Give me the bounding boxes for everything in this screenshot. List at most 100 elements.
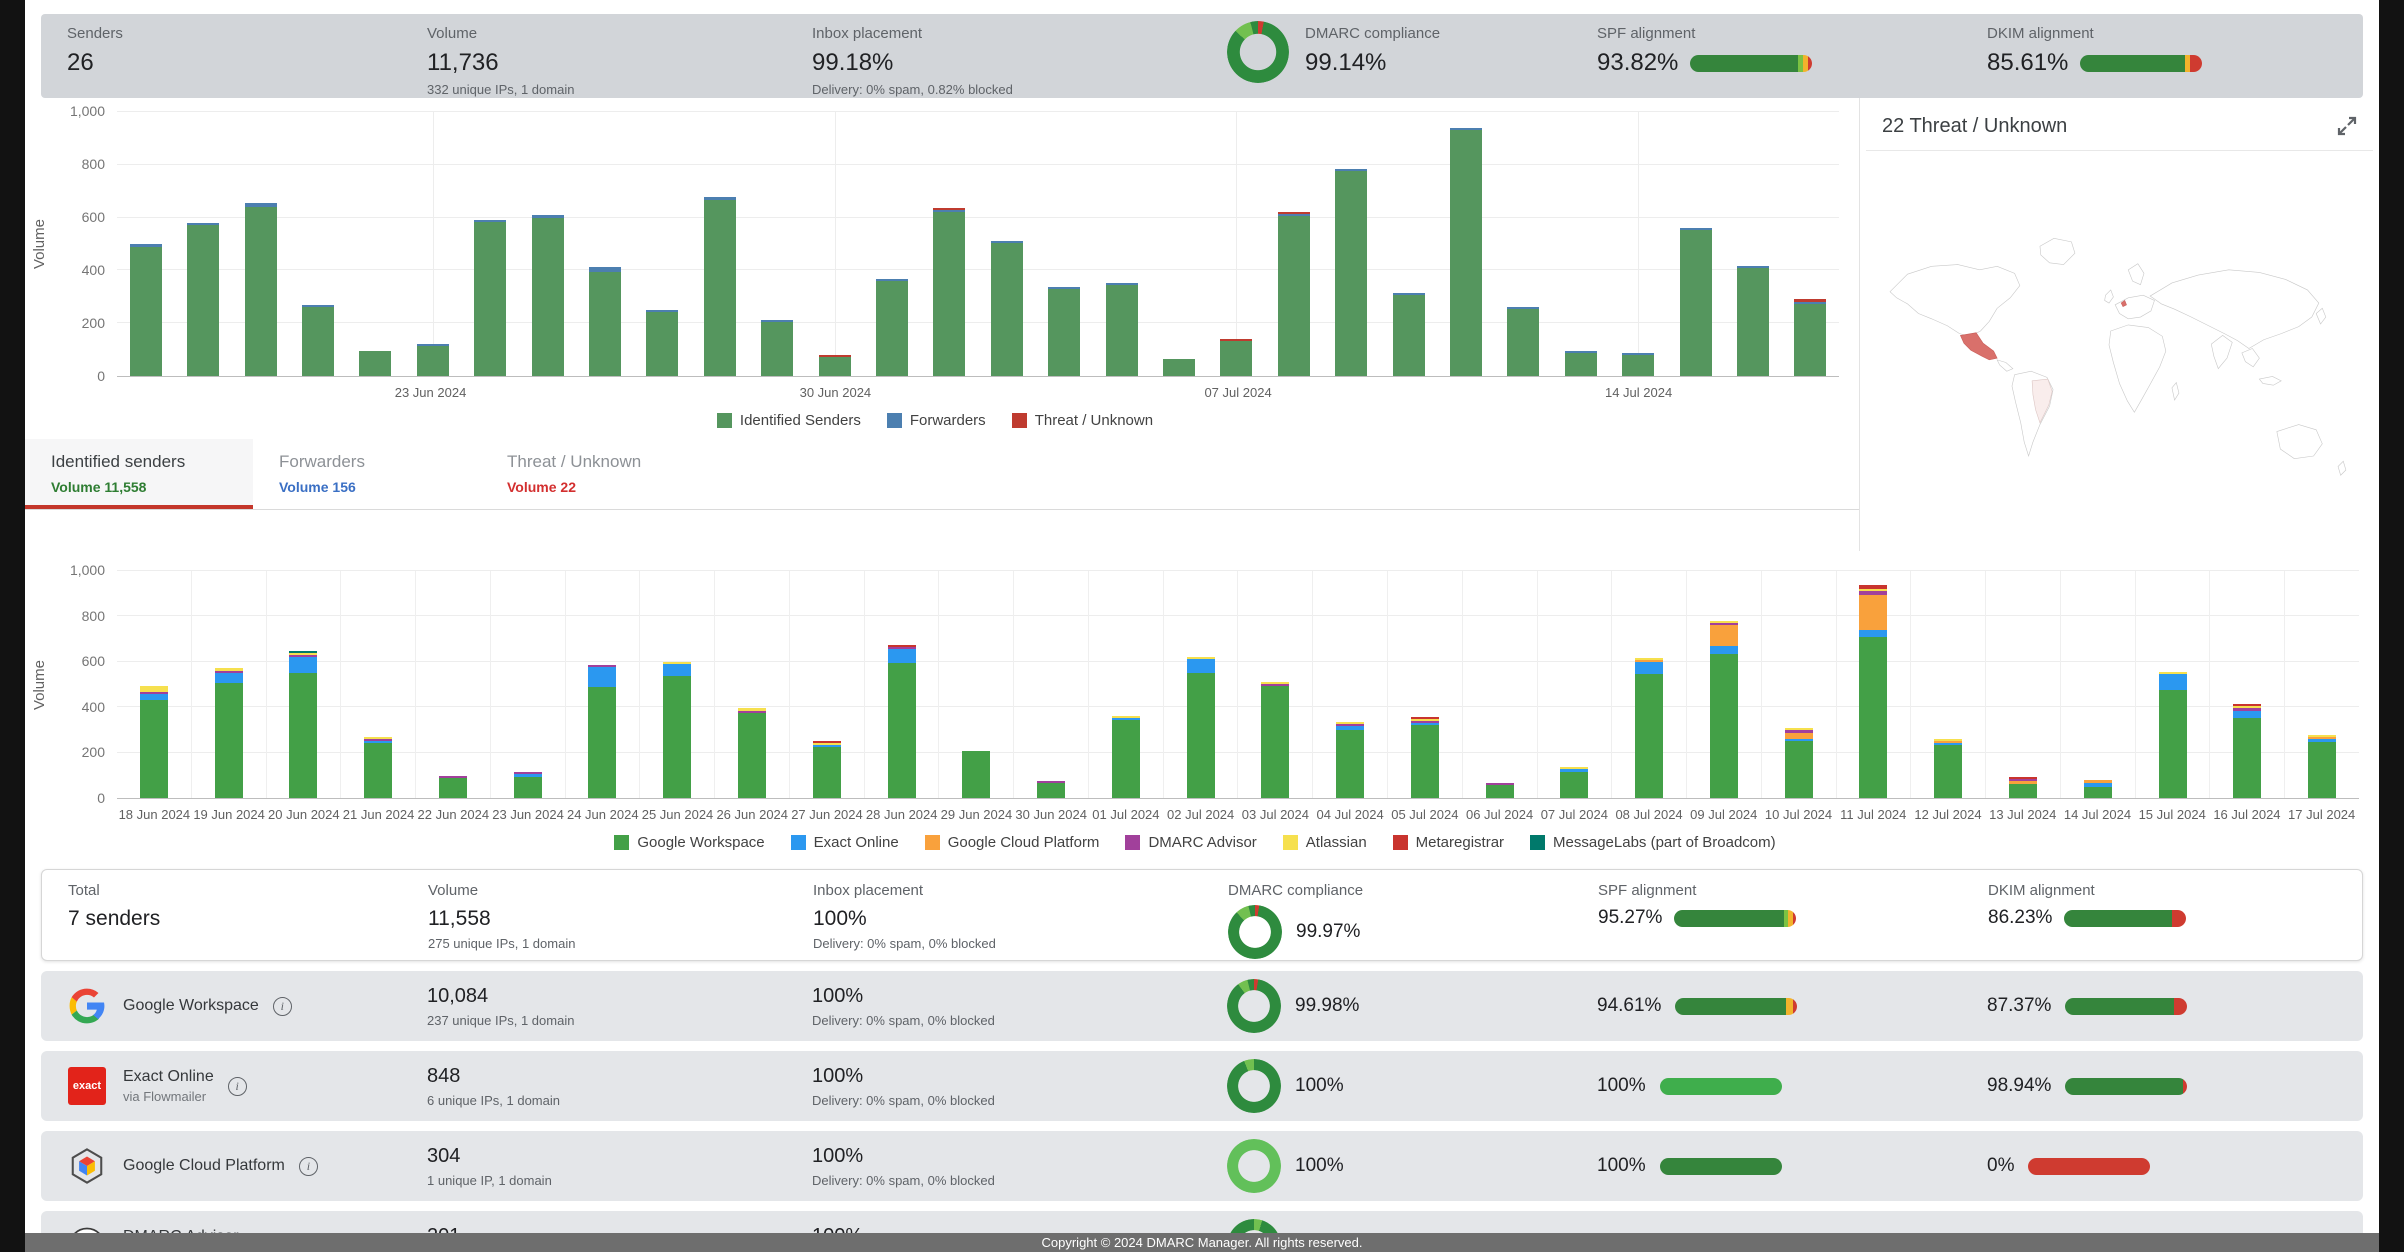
bar-column	[1208, 112, 1265, 376]
bar-25-jun-2024[interactable]	[532, 215, 564, 376]
bar-column	[1036, 112, 1093, 376]
info-icon[interactable]: i	[228, 1077, 247, 1096]
bar-24-jun-2024[interactable]	[474, 220, 506, 376]
threat-map-panel: 22 Threat / Unknown	[1859, 98, 2379, 551]
bar-segment	[302, 307, 334, 376]
legend-item-messagelabs-part-of-broadcom-[interactable]: MessageLabs (part of Broadcom)	[1530, 834, 1776, 851]
bar-14-jul-2024[interactable]	[2084, 780, 2112, 798]
bar-07-jul-2024[interactable]	[1220, 339, 1252, 376]
bar-13-jul-2024[interactable]	[1565, 351, 1597, 376]
bar-28-jun-2024[interactable]	[888, 645, 916, 798]
bar-05-jul-2024[interactable]	[1411, 717, 1439, 798]
bar-11-jul-2024[interactable]	[1450, 128, 1482, 376]
tab-identified-senders[interactable]: Identified sendersVolume 11,558	[25, 439, 253, 509]
dkim-cell: 0%	[1987, 1155, 2363, 1177]
sender-row[interactable]: Google Workspacei10,084237 unique IPs, 1…	[41, 971, 2363, 1041]
bar-segment	[1261, 686, 1289, 798]
bar-29-jun-2024[interactable]	[761, 320, 793, 376]
bar-02-jul-2024[interactable]	[1187, 657, 1215, 798]
sender-row[interactable]: Google Cloud Platformi3041 unique IP, 1 …	[41, 1131, 2363, 1201]
bar-18-jun-2024[interactable]	[140, 686, 168, 798]
legend-item-threat-unknown[interactable]: Threat / Unknown	[1012, 412, 1153, 429]
bar-26-jun-2024[interactable]	[738, 708, 766, 798]
info-icon[interactable]: i	[273, 997, 292, 1016]
bar-06-jul-2024[interactable]	[1163, 359, 1195, 376]
bar-20-jun-2024[interactable]	[289, 651, 317, 798]
bar-29-jun-2024[interactable]	[962, 751, 990, 798]
bar-23-jun-2024[interactable]	[514, 772, 542, 798]
bar-08-jul-2024[interactable]	[1278, 212, 1310, 376]
world-map[interactable]	[1866, 151, 2373, 551]
bar-03-jul-2024[interactable]	[991, 241, 1023, 376]
bar-04-jul-2024[interactable]	[1048, 287, 1080, 376]
bar-08-jul-2024[interactable]	[1635, 658, 1663, 798]
legend-item-google-cloud-platform[interactable]: Google Cloud Platform	[925, 834, 1100, 851]
tab-forwarders[interactable]: ForwardersVolume 156	[253, 439, 481, 509]
bar-11-jul-2024[interactable]	[1859, 585, 1887, 798]
bar-13-jul-2024[interactable]	[2009, 777, 2037, 798]
bar-22-jun-2024[interactable]	[439, 776, 467, 798]
bar-07-jul-2024[interactable]	[1560, 767, 1588, 798]
bar-04-jul-2024[interactable]	[1336, 722, 1364, 798]
x-axis-label: 03 Jul 2024	[1238, 807, 1313, 822]
bar-17-jul-2024[interactable]	[2308, 735, 2336, 798]
bar-25-jun-2024[interactable]	[663, 662, 691, 798]
bar-12-jul-2024[interactable]	[1934, 739, 1962, 798]
stat-volume-value: 11,736	[427, 49, 812, 77]
legend-item-exact-online[interactable]: Exact Online	[791, 834, 899, 851]
bar-24-jun-2024[interactable]	[588, 665, 616, 798]
bar-02-jul-2024[interactable]	[933, 208, 965, 376]
bar-12-jul-2024[interactable]	[1507, 307, 1539, 376]
expand-icon[interactable]	[2335, 114, 2359, 138]
bar-23-jun-2024[interactable]	[417, 344, 449, 376]
x-axis-label: 19 Jun 2024	[192, 807, 267, 822]
bar-09-jul-2024[interactable]	[1710, 621, 1738, 798]
x-axis-label	[1272, 385, 1328, 400]
bar-01-jul-2024[interactable]	[876, 279, 908, 376]
bar-30-jun-2024[interactable]	[1037, 781, 1065, 798]
legend-item-google-workspace[interactable]: Google Workspace	[614, 834, 764, 851]
bar-27-jun-2024[interactable]	[813, 741, 841, 798]
bar-segment	[2084, 787, 2112, 798]
dmarc-cell: 100%	[1227, 1139, 1597, 1193]
bar-21-jun-2024[interactable]	[302, 305, 334, 376]
bar-09-jul-2024[interactable]	[1335, 169, 1367, 376]
inbox-cell: 100%Delivery: 0% spam, 0% blocked	[812, 1065, 1227, 1108]
bar-16-jul-2024[interactable]	[1737, 266, 1769, 376]
bar-19-jun-2024[interactable]	[215, 668, 243, 798]
legend-item-dmarc-advisor[interactable]: DMARC Advisor	[1125, 834, 1256, 851]
bar-10-jul-2024[interactable]	[1393, 293, 1425, 376]
bar-15-jul-2024[interactable]	[1680, 228, 1712, 376]
sender-row[interactable]: exactExact Onlinevia Flowmaileri8486 uni…	[41, 1051, 2363, 1121]
bar-06-jul-2024[interactable]	[1486, 783, 1514, 798]
tab-threat-unknown[interactable]: Threat / UnknownVolume 22	[481, 439, 709, 509]
inbox-subtitle: Delivery: 0% spam, 0% blocked	[812, 1013, 1227, 1028]
bar-19-jun-2024[interactable]	[187, 223, 219, 376]
bar-28-jun-2024[interactable]	[704, 197, 736, 376]
bar-16-jul-2024[interactable]	[2233, 704, 2261, 798]
bar-27-jun-2024[interactable]	[646, 310, 678, 376]
bar-21-jun-2024[interactable]	[364, 737, 392, 798]
bar-14-jul-2024[interactable]	[1622, 353, 1654, 376]
legend-item-forwarders[interactable]: Forwarders	[887, 412, 986, 429]
x-axis-label: 13 Jul 2024	[1985, 807, 2060, 822]
bar-17-jul-2024[interactable]	[1794, 299, 1826, 376]
bar-10-jul-2024[interactable]	[1785, 728, 1813, 798]
spf-bar	[1660, 1158, 1782, 1175]
bar-01-jul-2024[interactable]	[1112, 716, 1140, 798]
bar-22-jun-2024[interactable]	[359, 351, 391, 376]
legend-item-identified-senders[interactable]: Identified Senders	[717, 412, 861, 429]
bar-15-jul-2024[interactable]	[2159, 672, 2187, 798]
y-tick-label: 200	[82, 744, 105, 760]
legend-item-atlassian[interactable]: Atlassian	[1283, 834, 1367, 851]
bar-05-jul-2024[interactable]	[1106, 283, 1138, 376]
bar-18-jun-2024[interactable]	[130, 244, 162, 376]
info-icon[interactable]: i	[299, 1157, 318, 1176]
bar-30-jun-2024[interactable]	[819, 355, 851, 376]
legend-item-metaregistrar[interactable]: Metaregistrar	[1393, 834, 1504, 851]
bar-26-jun-2024[interactable]	[589, 267, 621, 376]
bar-20-jun-2024[interactable]	[245, 203, 277, 376]
total-dmarc-donut	[1228, 905, 1282, 959]
bar-03-jul-2024[interactable]	[1261, 682, 1289, 798]
x-axis-label: 04 Jul 2024	[1313, 807, 1388, 822]
